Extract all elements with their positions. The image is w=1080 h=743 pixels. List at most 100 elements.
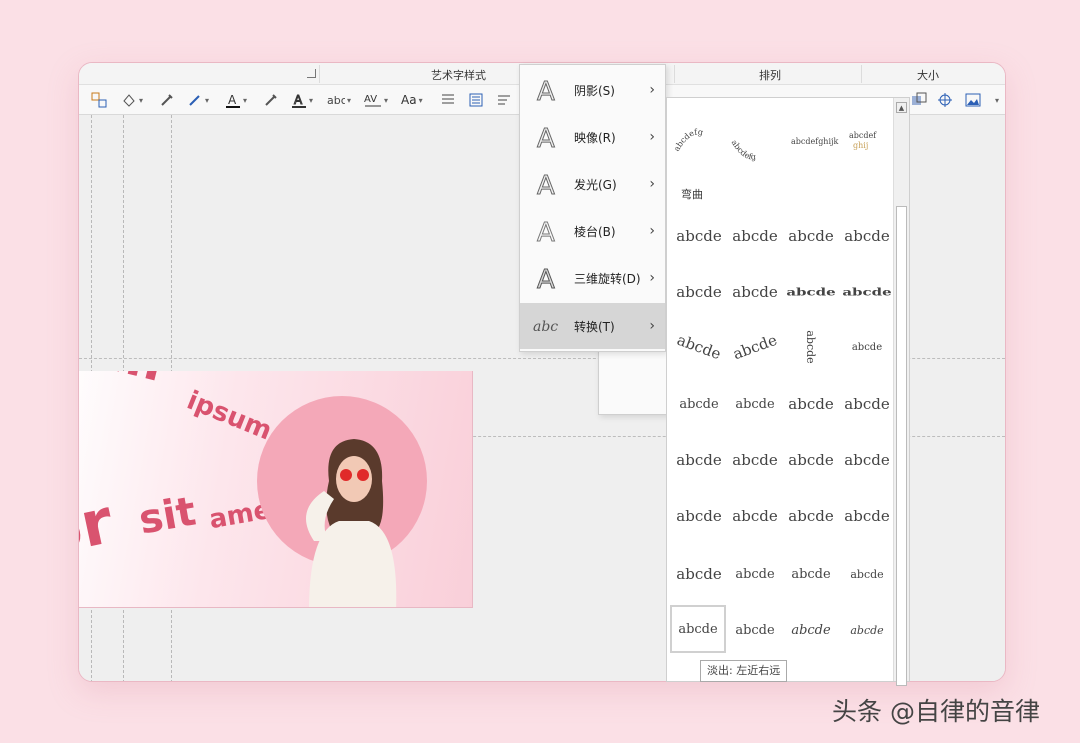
shape-fill-icon[interactable]: ▾ <box>121 91 143 109</box>
warp-style-option[interactable]: abcde <box>671 492 727 540</box>
transform-gallery: abcdefg abcdefg abcdefghijk abcdef ghij … <box>664 97 910 686</box>
scrollbar-thumb[interactable] <box>896 206 907 686</box>
chevron-right-icon: › <box>649 270 655 286</box>
text-outline-icon[interactable]: A ▾ <box>291 91 313 109</box>
warp-style-option[interactable]: abcde <box>783 275 839 309</box>
menu-item-label: 转换(T) <box>574 319 615 334</box>
warp-style-option[interactable]: abcde <box>839 323 895 371</box>
warp-style-option[interactable]: abcde <box>671 268 727 316</box>
warp-style-option[interactable]: abcde <box>839 275 895 309</box>
text-direction-icon[interactable] <box>469 91 483 109</box>
svg-text:A: A <box>537 218 555 245</box>
bring-forward-icon[interactable] <box>911 91 927 109</box>
warp-style-option[interactable]: abcde <box>727 212 783 260</box>
warp-style-option[interactable]: abcde <box>783 606 839 654</box>
menu-item-label: 发光(G) <box>574 177 617 192</box>
warp-style-option[interactable]: abcde <box>671 212 727 260</box>
warp-style-option[interactable]: abcde <box>839 380 895 428</box>
svg-text:abc: abc <box>533 319 558 335</box>
character-spacing-icon[interactable]: AV ▾ <box>364 91 388 109</box>
slide-thumbnail[interactable]: rem ipsum or sit amet <box>79 371 473 608</box>
group-label-size: 大小 <box>917 69 939 82</box>
change-case-button[interactable]: Aa ▾ <box>401 91 423 109</box>
group-divider <box>861 65 862 83</box>
person-photo[interactable] <box>284 421 414 608</box>
group-divider <box>319 65 320 83</box>
wordart-text[interactable]: sit <box>135 488 199 543</box>
menu-item-bevel[interactable]: A 棱台(B) › <box>520 208 665 254</box>
shape-style-icon[interactable] <box>91 91 107 109</box>
menu-item-3d-rotation[interactable]: A 三维旋转(D) › <box>520 255 665 301</box>
menu-item-label: 棱台(B) <box>574 224 616 239</box>
group-label-wordart: 艺术字样式 <box>431 69 486 82</box>
warp-style-option[interactable]: abcde <box>839 606 895 654</box>
warp-style-option[interactable]: abcde <box>727 606 783 654</box>
wordart-text[interactable]: rem <box>79 371 170 394</box>
dialog-launcher-icon[interactable] <box>307 69 316 78</box>
watermark-text: 头条 @自律的音律 <box>832 697 1040 726</box>
eyedropper-icon[interactable] <box>159 91 175 109</box>
scroll-up-icon[interactable]: ▲ <box>896 102 907 113</box>
warp-style-option[interactable]: abcde <box>727 550 783 598</box>
chevron-right-icon: › <box>649 223 655 239</box>
svg-text:A: A <box>537 265 555 292</box>
bevel-a-icon: A <box>537 218 556 246</box>
warp-style-option[interactable]: abcde <box>783 380 839 428</box>
picture-icon[interactable] <box>965 91 981 109</box>
warp-style-option[interactable]: abcde <box>727 268 783 316</box>
warp-style-option[interactable]: abcde <box>783 436 839 484</box>
menu-item-label: 映像(R) <box>574 130 616 145</box>
warp-style-option[interactable]: abcde <box>664 315 733 379</box>
warp-style-option[interactable]: abcde <box>671 380 727 428</box>
text-effects-icon[interactable]: abc ▾ <box>327 91 351 109</box>
more-icon[interactable]: ▾ <box>993 91 999 109</box>
wordart-text[interactable]: ipsum <box>183 385 276 446</box>
svg-text:A: A <box>537 171 555 198</box>
svg-text:A: A <box>228 93 237 107</box>
warp-style-option[interactable]: abcde <box>783 492 839 540</box>
eyedropper-icon[interactable] <box>263 91 279 109</box>
selection-pane-icon[interactable] <box>937 91 953 109</box>
svg-text:abcdefghijk: abcdefghijk <box>791 137 839 146</box>
change-case-label: Aa <box>401 93 417 107</box>
warp-style-option[interactable]: abcde <box>727 380 783 428</box>
align-text-icon[interactable] <box>441 91 455 109</box>
glow-a-icon: A <box>537 171 556 199</box>
svg-text:AV: AV <box>364 94 377 105</box>
warp-style-option[interactable]: abcde <box>783 212 839 260</box>
svg-text:A: A <box>294 93 303 107</box>
svg-text:abcdefg: abcdefg <box>673 127 704 153</box>
warp-style-option[interactable]: abcde <box>720 315 789 379</box>
group-label-arrange: 排列 <box>759 69 781 82</box>
warp-style-option[interactable]: abcde <box>783 550 839 598</box>
warp-style-option[interactable]: abcde <box>839 550 895 598</box>
section-label-warp: 弯曲 <box>681 188 703 201</box>
warp-style-option[interactable]: abcde <box>839 492 895 540</box>
warp-style-option[interactable]: abcde <box>671 436 727 484</box>
warp-style-option[interactable]: abcde <box>727 492 783 540</box>
menu-item-glow[interactable]: A 发光(G) › <box>520 161 665 207</box>
transform-abc-icon: abc <box>533 319 558 335</box>
warp-style-option[interactable]: abcde <box>727 436 783 484</box>
menu-item-label: 三维旋转(D) <box>574 271 641 286</box>
menu-item-shadow[interactable]: A 阴影(S) › <box>520 67 665 113</box>
text-fill-icon[interactable]: A ▾ <box>225 91 247 109</box>
wrap-text-icon[interactable] <box>497 91 511 109</box>
svg-text:A: A <box>537 124 555 151</box>
warp-style-option-selected[interactable]: abcde <box>670 605 726 653</box>
menu-item-reflection[interactable]: A 映像(R) › <box>520 114 665 160</box>
warp-style-option[interactable]: abcde <box>671 550 727 598</box>
warp-style-option[interactable]: abcde <box>787 319 835 375</box>
shadow-a-icon: A <box>537 77 556 105</box>
menu-item-transform[interactable]: abc 转换(T) › <box>520 303 665 349</box>
chevron-right-icon: › <box>649 318 655 334</box>
chevron-right-icon: › <box>649 82 655 98</box>
style-tooltip: 淡出: 左近右远 <box>700 660 788 682</box>
warp-style-option[interactable]: abcde <box>839 436 895 484</box>
shape-outline-icon[interactable]: ▾ <box>187 91 209 109</box>
follow-path-previews: abcdefg abcdefg abcdefghijk abcdef ghij <box>673 127 877 161</box>
warp-style-option[interactable]: abcde <box>839 212 895 260</box>
3d-rotation-a-icon: A <box>537 265 556 293</box>
gallery-scrollbar[interactable]: ▲ <box>893 98 909 686</box>
wordart-text[interactable]: or <box>79 484 119 571</box>
